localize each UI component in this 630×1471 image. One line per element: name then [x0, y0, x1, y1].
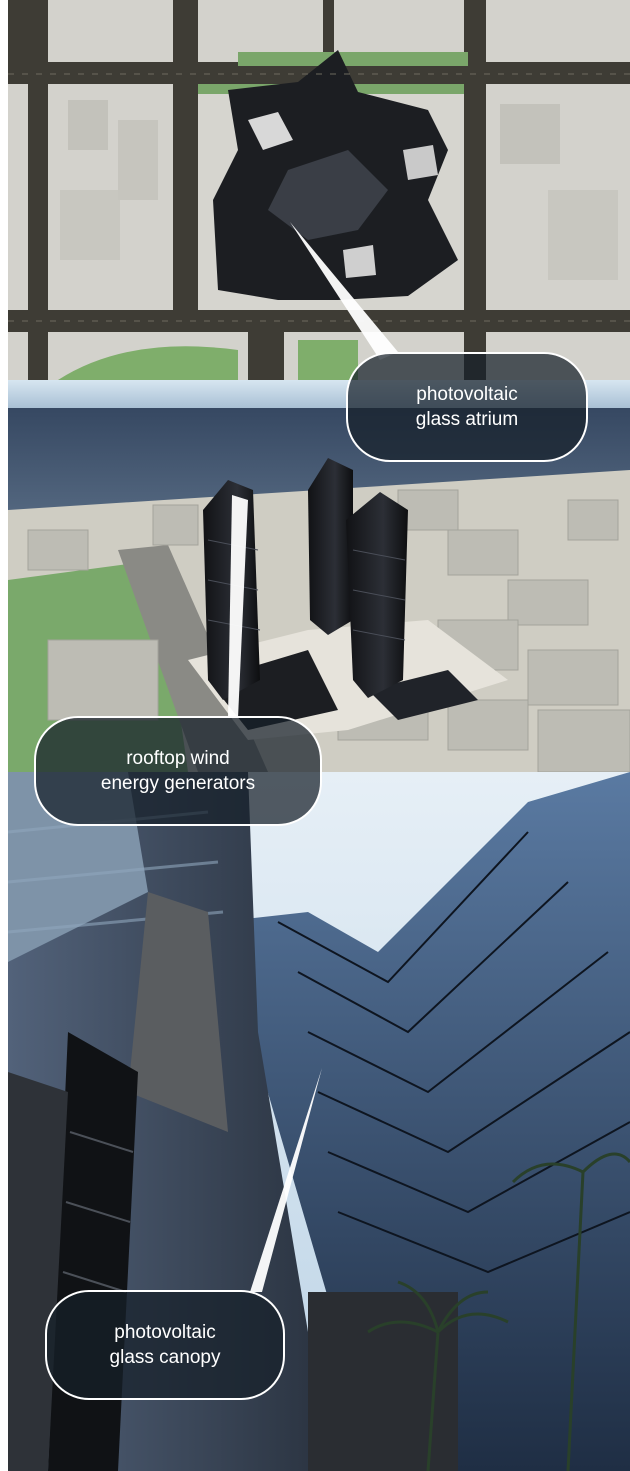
callout-canopy-line2: glass canopy [109, 1347, 221, 1368]
callout-photovoltaic-glass-canopy: photovoltaic glass canopy [45, 1290, 285, 1400]
callout-atrium-line1: photovoltaic [416, 384, 518, 405]
callout-rooftop-wind-generators: rooftop wind energy generators [34, 716, 322, 826]
callout-wind-line1: rooftop wind [126, 748, 230, 769]
callout-photovoltaic-glass-atrium: photovoltaic glass atrium [346, 352, 588, 462]
callout-atrium-line2: glass atrium [415, 409, 519, 430]
callout-wind-line2: energy generators [100, 773, 256, 794]
image-stage: photovoltaic glass atrium rooftop wind e… [0, 0, 630, 1471]
site-plan-render [8, 0, 630, 380]
callout-canopy-line1: photovoltaic [114, 1322, 216, 1343]
